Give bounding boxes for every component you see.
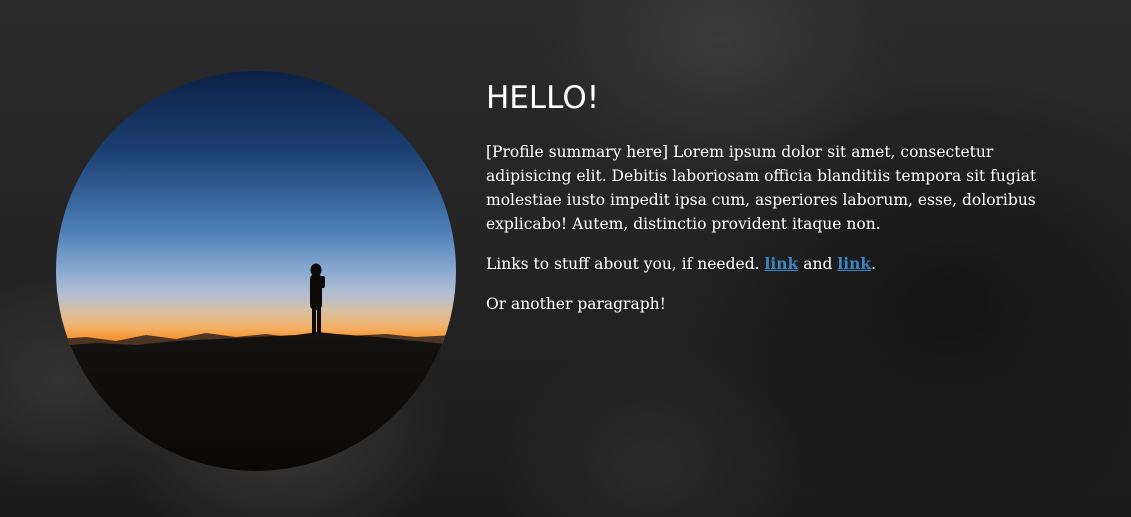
- another-paragraph: Or another paragraph!: [486, 295, 666, 313]
- profile-photo: [56, 71, 456, 471]
- links-paragraph: Links to stuff about you, if needed. lin…: [486, 252, 1066, 276]
- profile-content: HELLO! [Profile summary here] Lorem ipsu…: [486, 80, 1066, 332]
- page-title: HELLO!: [486, 80, 600, 116]
- profile-summary: [Profile summary here] Lorem ipsum dolor…: [486, 143, 1037, 233]
- links-intro-text: Links to stuff about you, if needed.: [486, 255, 760, 273]
- links-end-text: .: [871, 255, 877, 273]
- links-conjunction-text: and: [803, 255, 833, 273]
- profile-link-2[interactable]: link: [837, 254, 871, 273]
- profile-link-1[interactable]: link: [765, 254, 799, 273]
